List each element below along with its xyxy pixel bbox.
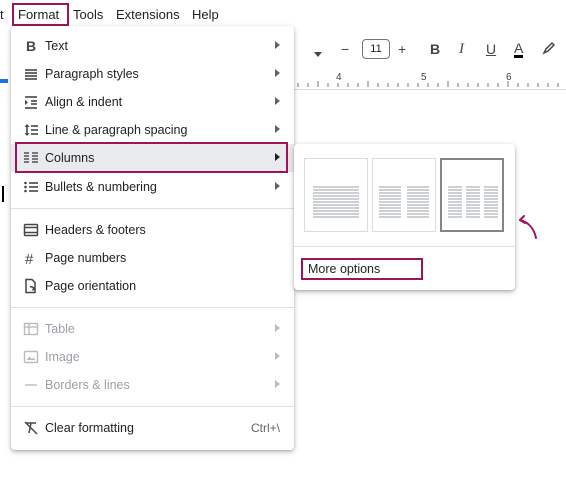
one-column-option[interactable] [304,158,368,232]
annotation-arrow-icon [514,214,540,247]
clear-formatting-icon [23,420,39,436]
indent-marker[interactable] [0,79,8,83]
shortcut-text: Ctrl+\ [250,421,280,435]
svg-text:B: B [26,38,36,54]
menu-help[interactable]: Help [192,7,219,22]
highlight-pen-icon[interactable] [542,41,556,58]
menu-item-label: Page numbers [45,251,127,265]
menu-item-label: Bullets & numbering [45,180,157,194]
menu-insert-partial[interactable]: t [0,7,4,22]
bold-button[interactable]: B [430,41,440,57]
menu-item-headers-footers[interactable]: Headers & footers [11,216,294,244]
menu-tools[interactable]: Tools [73,7,103,22]
menu-item-paragraph-styles[interactable]: Paragraph styles [11,60,294,88]
underline-button[interactable]: U [486,41,496,57]
ruler: 4 5 6 [294,71,566,90]
ruler-mark-4: 4 [336,72,342,83]
bold-icon: B [23,38,39,54]
svg-text:#: # [25,251,34,266]
menu-item-bullets[interactable]: Bullets & numbering [11,173,294,201]
font-size-input[interactable]: 11 [362,39,390,59]
menu-item-label: Align & indent [45,95,123,109]
submenu-arrow-icon [275,97,280,105]
submenu-arrow-icon [275,324,280,332]
submenu-divider [294,246,515,247]
menu-extensions[interactable]: Extensions [116,7,180,22]
more-options-highlight-box [301,258,423,280]
menu-item-label: Line & paragraph spacing [45,123,188,137]
columns-highlight-box [15,142,288,173]
menu-divider [11,208,294,209]
decrease-font-button[interactable]: − [341,41,349,57]
menu-item-text[interactable]: B Text [11,32,294,60]
menu-item-label: Text [45,39,68,53]
submenu-arrow-icon [275,125,280,133]
format-menu: B Text Paragraph styles Align & indent L… [11,26,294,450]
menu-item-label: Borders & lines [45,378,130,392]
image-icon [23,349,39,365]
table-icon [23,321,39,337]
bullets-icon [23,179,39,195]
two-column-option[interactable] [372,158,436,232]
menu-divider [11,307,294,308]
three-column-option[interactable] [440,158,504,232]
format-highlight-box [12,3,69,26]
submenu-arrow-icon [275,69,280,77]
menu-item-align-indent[interactable]: Align & indent [11,88,294,116]
menu-item-label: Image [45,350,80,364]
ruler-mark-6: 6 [506,72,512,83]
increase-font-button[interactable]: + [398,41,406,57]
hash-icon: # [23,250,39,268]
submenu-arrow-icon [275,352,280,360]
menu-item-label: Clear formatting [45,421,134,435]
ruler-mark-5: 5 [421,72,427,83]
font-dropdown-icon[interactable] [314,45,322,61]
menu-item-page-numbers[interactable]: # Page numbers [11,244,294,272]
paragraph-styles-icon [23,66,39,82]
align-indent-icon [23,94,39,110]
menu-item-line-spacing[interactable]: Line & paragraph spacing [11,116,294,144]
menu-divider [11,406,294,407]
menu-item-clear-formatting[interactable]: Clear formatting Ctrl+\ [11,414,294,442]
menu-item-label: Table [45,322,75,336]
menu-item-page-orientation[interactable]: Page orientation [11,272,294,300]
italic-button[interactable]: I [459,41,464,58]
borders-lines-icon [23,377,39,393]
menu-item-label: Page orientation [45,279,137,293]
headers-footers-icon [23,222,39,238]
menu-item-table: Table [11,315,294,343]
toolbar: − 11 + B I U A [294,36,566,66]
page-orientation-icon [23,278,39,294]
submenu-arrow-icon [275,182,280,190]
text-color-button[interactable]: A [514,41,524,58]
text-cursor [2,186,4,202]
line-spacing-icon [23,122,39,138]
menu-item-image: Image [11,343,294,371]
menu-item-borders-lines: Borders & lines [11,371,294,399]
submenu-arrow-icon [275,41,280,49]
submenu-arrow-icon [275,380,280,388]
menu-item-label: Headers & footers [45,223,146,237]
menu-item-label: Paragraph styles [45,67,139,81]
